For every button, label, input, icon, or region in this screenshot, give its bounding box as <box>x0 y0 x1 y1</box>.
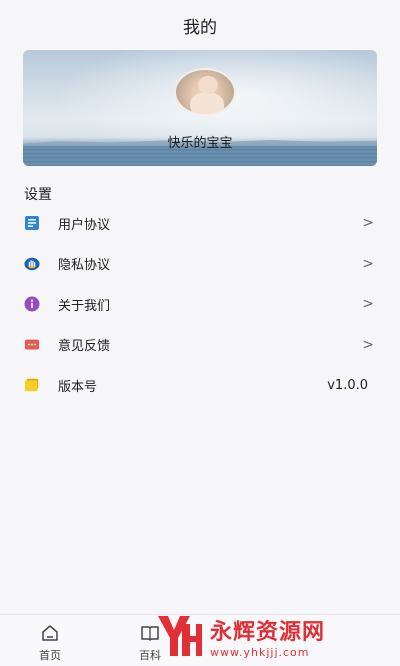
home-icon <box>40 623 60 643</box>
settings-item-version: 版本号 v1.0.0 <box>0 365 400 406</box>
watermark-brand: 永辉资源网 <box>210 619 326 645</box>
avatar-baby-head <box>198 76 218 94</box>
hand-shield-icon <box>24 256 40 272</box>
chevron-right-icon: > <box>362 255 374 272</box>
settings-item-privacy[interactable]: 隐私协议 > <box>0 244 400 285</box>
profile-banner: 快乐的宝宝 <box>23 50 377 166</box>
card-icon <box>24 377 40 393</box>
watermark-text: 永辉资源网 www.yhkjjj.com <box>210 614 325 659</box>
avatar[interactable] <box>174 68 236 116</box>
info-icon <box>24 296 40 312</box>
settings-item-user-agreement[interactable]: 用户协议 > <box>0 203 400 244</box>
avatar-baby-body <box>190 92 224 114</box>
chevron-right-icon: > <box>362 215 374 232</box>
settings-list: 用户协议 > 隐私协议 > 关于我们 > 意见反馈 > 版本号 v1.0.0 <box>0 203 400 406</box>
settings-item-label: 版本号 <box>58 379 98 395</box>
chevron-right-icon: > <box>362 336 374 353</box>
page-title: 我的 <box>183 17 217 38</box>
watermark-url: www.yhkjjj.com <box>210 645 310 659</box>
settings-item-label: 意见反馈 <box>58 339 111 355</box>
document-icon <box>24 215 40 231</box>
settings-item-label: 用户协议 <box>58 217 111 233</box>
chevron-right-icon: > <box>362 296 374 313</box>
settings-item-feedback[interactable]: 意见反馈 > <box>0 325 400 366</box>
settings-item-about[interactable]: 关于我们 > <box>0 284 400 325</box>
watermark: 永辉资源网 www.yhkjjj.com <box>152 606 392 666</box>
settings-item-label: 关于我们 <box>58 298 111 314</box>
tab-label: 首页 <box>39 649 61 662</box>
feedback-icon <box>24 337 40 353</box>
version-value: v1.0.0 <box>327 377 368 393</box>
settings-item-label: 隐私协议 <box>58 258 111 274</box>
username: 快乐的宝宝 <box>167 136 233 151</box>
page-header: 我的 <box>0 0 400 50</box>
watermark-logo-icon <box>158 616 202 656</box>
settings-section-title: 设置 <box>24 187 52 203</box>
tab-home[interactable]: 首页 <box>0 615 100 666</box>
